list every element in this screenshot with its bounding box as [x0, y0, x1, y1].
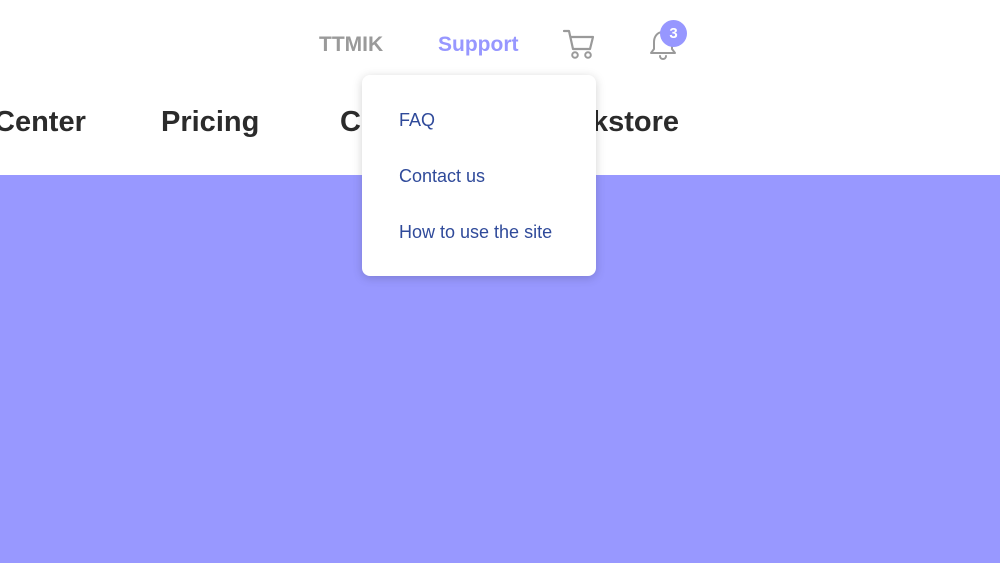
ttmik-link[interactable]: TTMIK [319, 33, 383, 57]
page: TTMIK Support 3 Center Pricing C kstore … [0, 0, 1000, 563]
dropdown-item-how-to-use[interactable]: How to use the site [399, 221, 552, 243]
shopping-cart-icon[interactable] [561, 28, 597, 62]
notification-badge: 3 [660, 20, 687, 47]
main-nav-item-pricing[interactable]: Pricing [161, 105, 259, 139]
main-nav-item-partial[interactable]: C [340, 105, 361, 139]
dropdown-item-faq[interactable]: FAQ [399, 109, 435, 131]
main-nav-item-bookstore[interactable]: kstore [592, 105, 679, 139]
main-nav-item-center[interactable]: Center [0, 105, 86, 139]
support-dropdown: FAQ Contact us How to use the site [362, 75, 596, 276]
dropdown-item-contact-us[interactable]: Contact us [399, 165, 485, 187]
support-link[interactable]: Support [438, 33, 518, 57]
